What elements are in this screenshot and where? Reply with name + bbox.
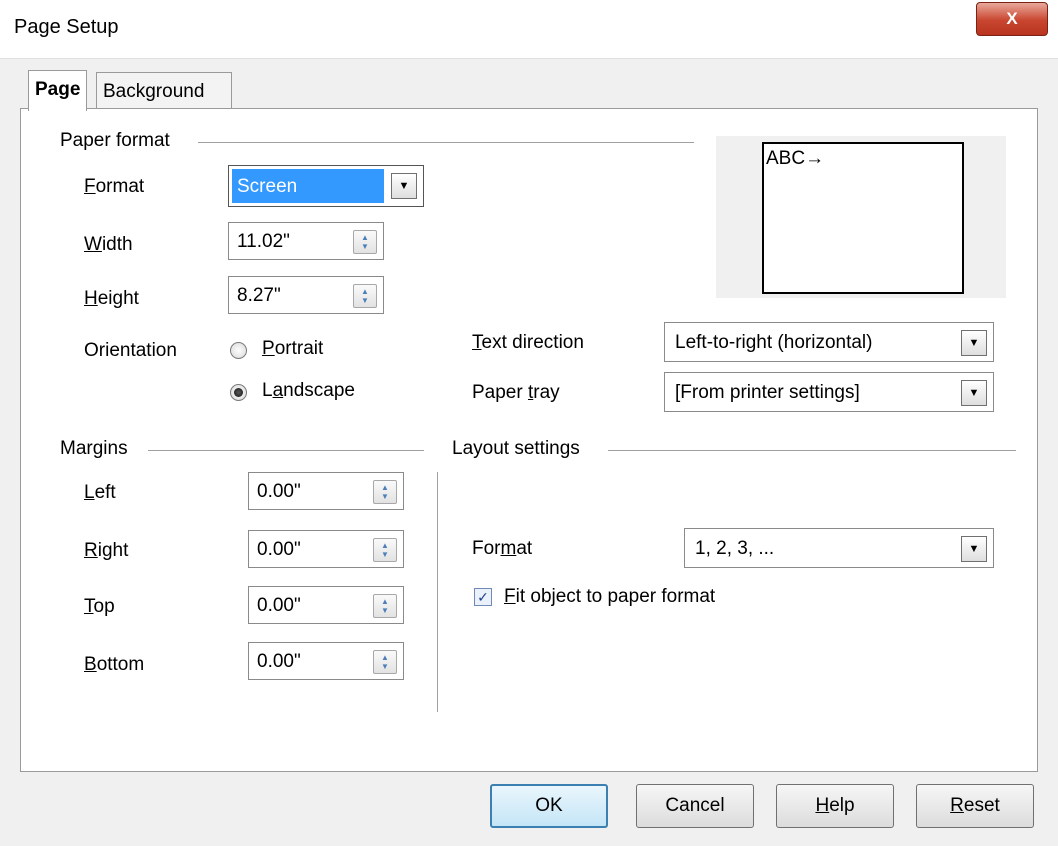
close-button[interactable]: X: [976, 2, 1048, 36]
text-direction-value: Left-to-right (horizontal): [675, 332, 873, 353]
spin-up-icon: ▲: [361, 287, 369, 296]
paper-tray-dropdown[interactable]: [From printer settings] ▼: [664, 372, 994, 412]
ok-button[interactable]: OK: [490, 784, 608, 828]
bottom-margin-value: 0.00": [257, 651, 301, 672]
layout-settings-divider: [608, 450, 1016, 451]
layout-settings-heading: Layout settings: [452, 438, 580, 459]
text-direction-dropdown[interactable]: Left-to-right (horizontal) ▼: [664, 322, 994, 362]
fit-object-checkbox[interactable]: ✓: [474, 588, 492, 606]
spin-up-icon: ▲: [361, 233, 369, 242]
paper-tray-label: Paper tray: [472, 382, 560, 403]
fit-object-label[interactable]: Fit object to paper format: [504, 586, 715, 608]
top-margin-label: Top: [84, 596, 115, 617]
width-spinner[interactable]: ▲ ▼: [353, 230, 377, 254]
width-label: Width: [84, 234, 133, 255]
left-margin-spinner[interactable]: ▲ ▼: [373, 480, 397, 504]
landscape-label[interactable]: Landscape: [262, 380, 355, 402]
chevron-down-icon[interactable]: ▼: [391, 173, 417, 199]
portrait-radio[interactable]: [230, 342, 247, 359]
format-dropdown[interactable]: Screen ▼: [228, 165, 424, 207]
window-title: Page Setup: [14, 16, 119, 38]
right-margin-spinner[interactable]: ▲ ▼: [373, 538, 397, 562]
chevron-down-icon[interactable]: ▼: [961, 330, 987, 356]
height-value: 8.27": [237, 285, 281, 306]
close-icon: X: [1006, 9, 1018, 28]
right-margin-value: 0.00": [257, 539, 301, 560]
tab-page[interactable]: Page: [28, 70, 88, 111]
left-margin-label: Left: [84, 482, 116, 503]
left-margin-value: 0.00": [257, 481, 301, 502]
margins-divider: [148, 450, 424, 451]
spin-down-icon: ▼: [361, 296, 369, 305]
bottom-margin-field[interactable]: 0.00" ▲ ▼: [248, 642, 404, 680]
layout-format-value: 1, 2, 3, ...: [695, 538, 775, 559]
reset-button[interactable]: Reset: [916, 784, 1034, 828]
chevron-down-icon[interactable]: ▼: [961, 536, 987, 562]
left-margin-field[interactable]: 0.00" ▲ ▼: [248, 472, 404, 510]
top-margin-spinner[interactable]: ▲ ▼: [373, 594, 397, 618]
format-label: Format: [84, 176, 145, 197]
paper-format-heading: Paper format: [60, 130, 170, 151]
chevron-down-icon[interactable]: ▼: [961, 380, 987, 406]
margins-heading: Margins: [60, 438, 128, 459]
height-spinner[interactable]: ▲ ▼: [353, 284, 377, 308]
help-button[interactable]: Help: [776, 784, 894, 828]
layout-format-label: Format: [472, 538, 533, 559]
portrait-label[interactable]: Portrait: [262, 338, 323, 360]
layout-format-dropdown[interactable]: 1, 2, 3, ... ▼: [684, 528, 994, 568]
height-field[interactable]: 8.27" ▲ ▼: [228, 276, 384, 314]
top-margin-value: 0.00": [257, 595, 301, 616]
landscape-radio[interactable]: [230, 384, 247, 401]
spin-down-icon: ▼: [361, 242, 369, 251]
text-direction-label: Text direction: [472, 332, 584, 353]
paper-tray-value: [From printer settings]: [675, 382, 860, 403]
orientation-label: Orientation: [84, 340, 177, 361]
paper-format-divider: [198, 142, 694, 143]
width-field[interactable]: 11.02" ▲ ▼: [228, 222, 384, 260]
vertical-divider: [437, 472, 438, 712]
cancel-button[interactable]: Cancel: [636, 784, 754, 828]
top-margin-field[interactable]: 0.00" ▲ ▼: [248, 586, 404, 624]
height-label: Height: [84, 288, 139, 309]
preview-text: ABC→: [766, 148, 825, 169]
right-margin-field[interactable]: 0.00" ▲ ▼: [248, 530, 404, 568]
bottom-margin-label: Bottom: [84, 654, 145, 675]
title-bar: [0, 0, 1058, 59]
format-value: Screen: [237, 176, 298, 197]
bottom-margin-spinner[interactable]: ▲ ▼: [373, 650, 397, 674]
preview-page: ABC→: [762, 142, 964, 294]
right-margin-label: Right: [84, 540, 129, 561]
tab-background[interactable]: Background: [96, 72, 232, 109]
width-value: 11.02": [237, 231, 290, 252]
